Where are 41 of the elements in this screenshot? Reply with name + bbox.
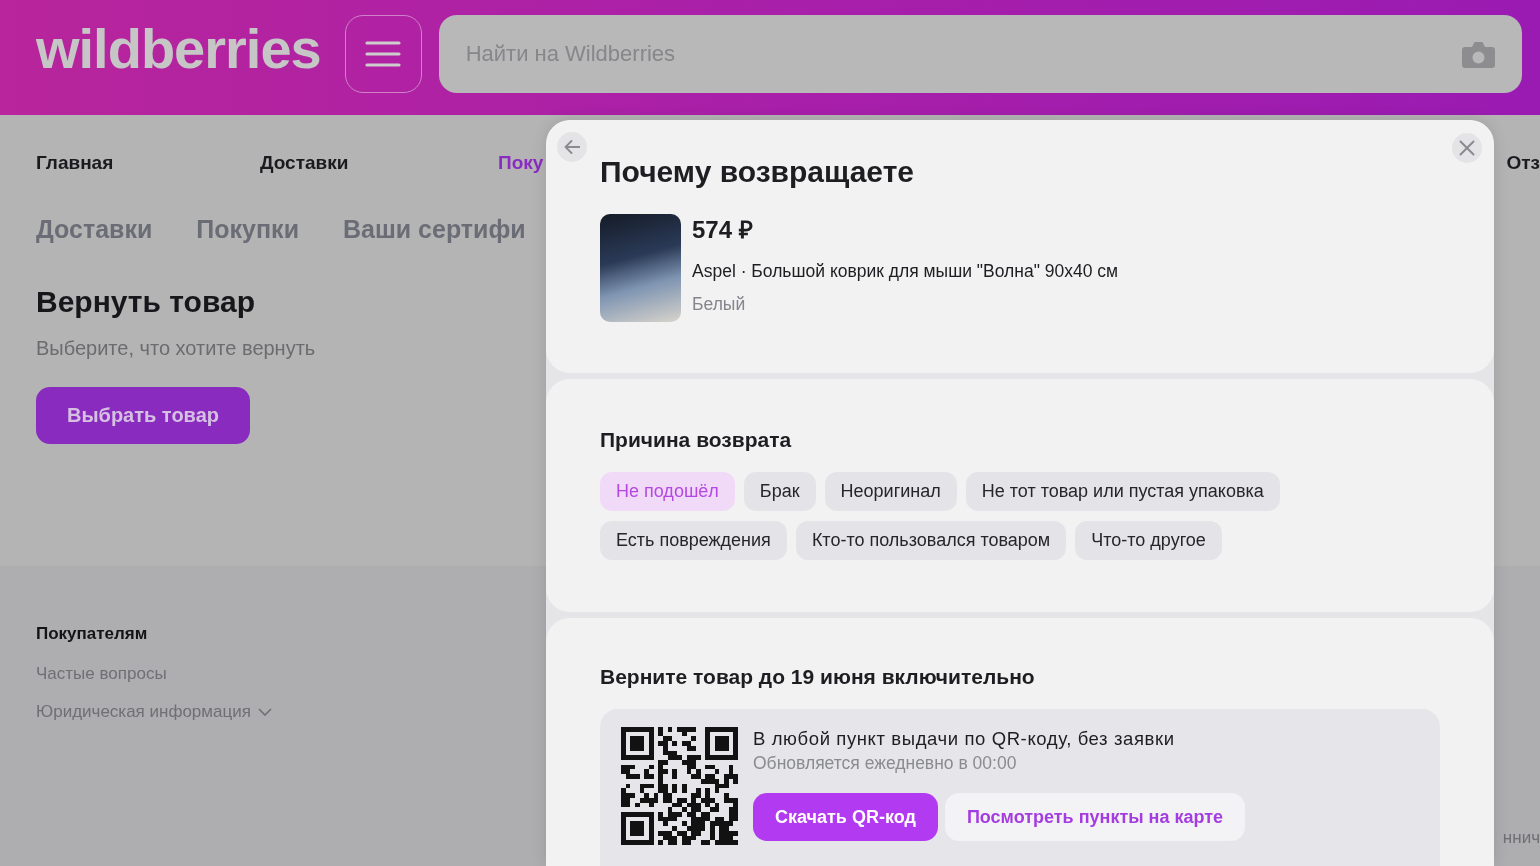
reason-heading: Причина возврата xyxy=(600,427,792,453)
reason-chip[interactable]: Есть повреждения xyxy=(600,521,787,560)
footer-link[interactable]: Частые вопросы xyxy=(36,663,167,684)
close-icon xyxy=(1459,140,1475,156)
return-method-text: В любой пункт выдачи по QR-коду, без заявки xyxy=(753,728,1175,750)
reason-chip[interactable]: Что-то другое xyxy=(1075,521,1222,560)
nav-link[interactable]: Поку xyxy=(498,151,544,174)
show-map-button[interactable]: Посмотреть пункты на карте xyxy=(944,793,1246,841)
reason-chip[interactable]: Брак xyxy=(743,472,816,511)
reason-chip[interactable]: Не подошёл xyxy=(600,472,735,511)
product-variant: Белый xyxy=(692,293,746,315)
camera-icon[interactable] xyxy=(1462,41,1495,68)
download-qr-button[interactable]: Скачать QR-код xyxy=(753,793,938,841)
nav-link[interactable]: Доставки xyxy=(260,151,349,174)
update-note: Обновляется ежедневно в 00:00 xyxy=(753,752,1017,774)
modal-title: Почему возвращаете xyxy=(600,155,915,189)
footer-link[interactable]: ннич xyxy=(1502,827,1540,849)
back-button[interactable] xyxy=(557,132,587,162)
nav-link[interactable]: Отз xyxy=(1506,151,1540,174)
logo[interactable]: wildberries xyxy=(36,21,321,77)
close-button[interactable] xyxy=(1452,133,1482,163)
tab[interactable]: Доставки xyxy=(36,213,153,245)
tab[interactable]: Покупки xyxy=(196,213,299,245)
qr-code-icon xyxy=(621,727,738,845)
reason-chip[interactable]: Не тот товар или пустая упаковка xyxy=(965,472,1280,511)
tab[interactable]: Ваши сертифи xyxy=(343,213,526,245)
product-price: 574 ₽ xyxy=(692,216,753,244)
footer-heading: Покупателям xyxy=(36,623,148,644)
nav-link[interactable]: Главная xyxy=(36,151,114,174)
reason-chip[interactable]: Неоригинал xyxy=(824,472,957,511)
footer-dropdown-link[interactable]: Юридическая информация xyxy=(36,701,272,722)
return-deadline-heading: Верните товар до 19 июня включительно xyxy=(600,664,1035,690)
menu-icon xyxy=(365,40,402,68)
select-item-button[interactable]: Выбрать товар xyxy=(36,387,250,444)
chevron-down-icon xyxy=(257,707,272,716)
page-subtitle: Выберите, что хотите вернуть xyxy=(36,336,316,360)
menu-button[interactable] xyxy=(344,15,422,93)
product-name: Aspel · Большой коврик для мыши "Волна" 90x40 см xyxy=(692,260,1119,282)
reason-chip[interactable]: Кто-то пользовался товаром xyxy=(795,521,1067,560)
page-title: Вернуть товар xyxy=(36,284,255,320)
arrow-left-icon xyxy=(564,140,580,154)
